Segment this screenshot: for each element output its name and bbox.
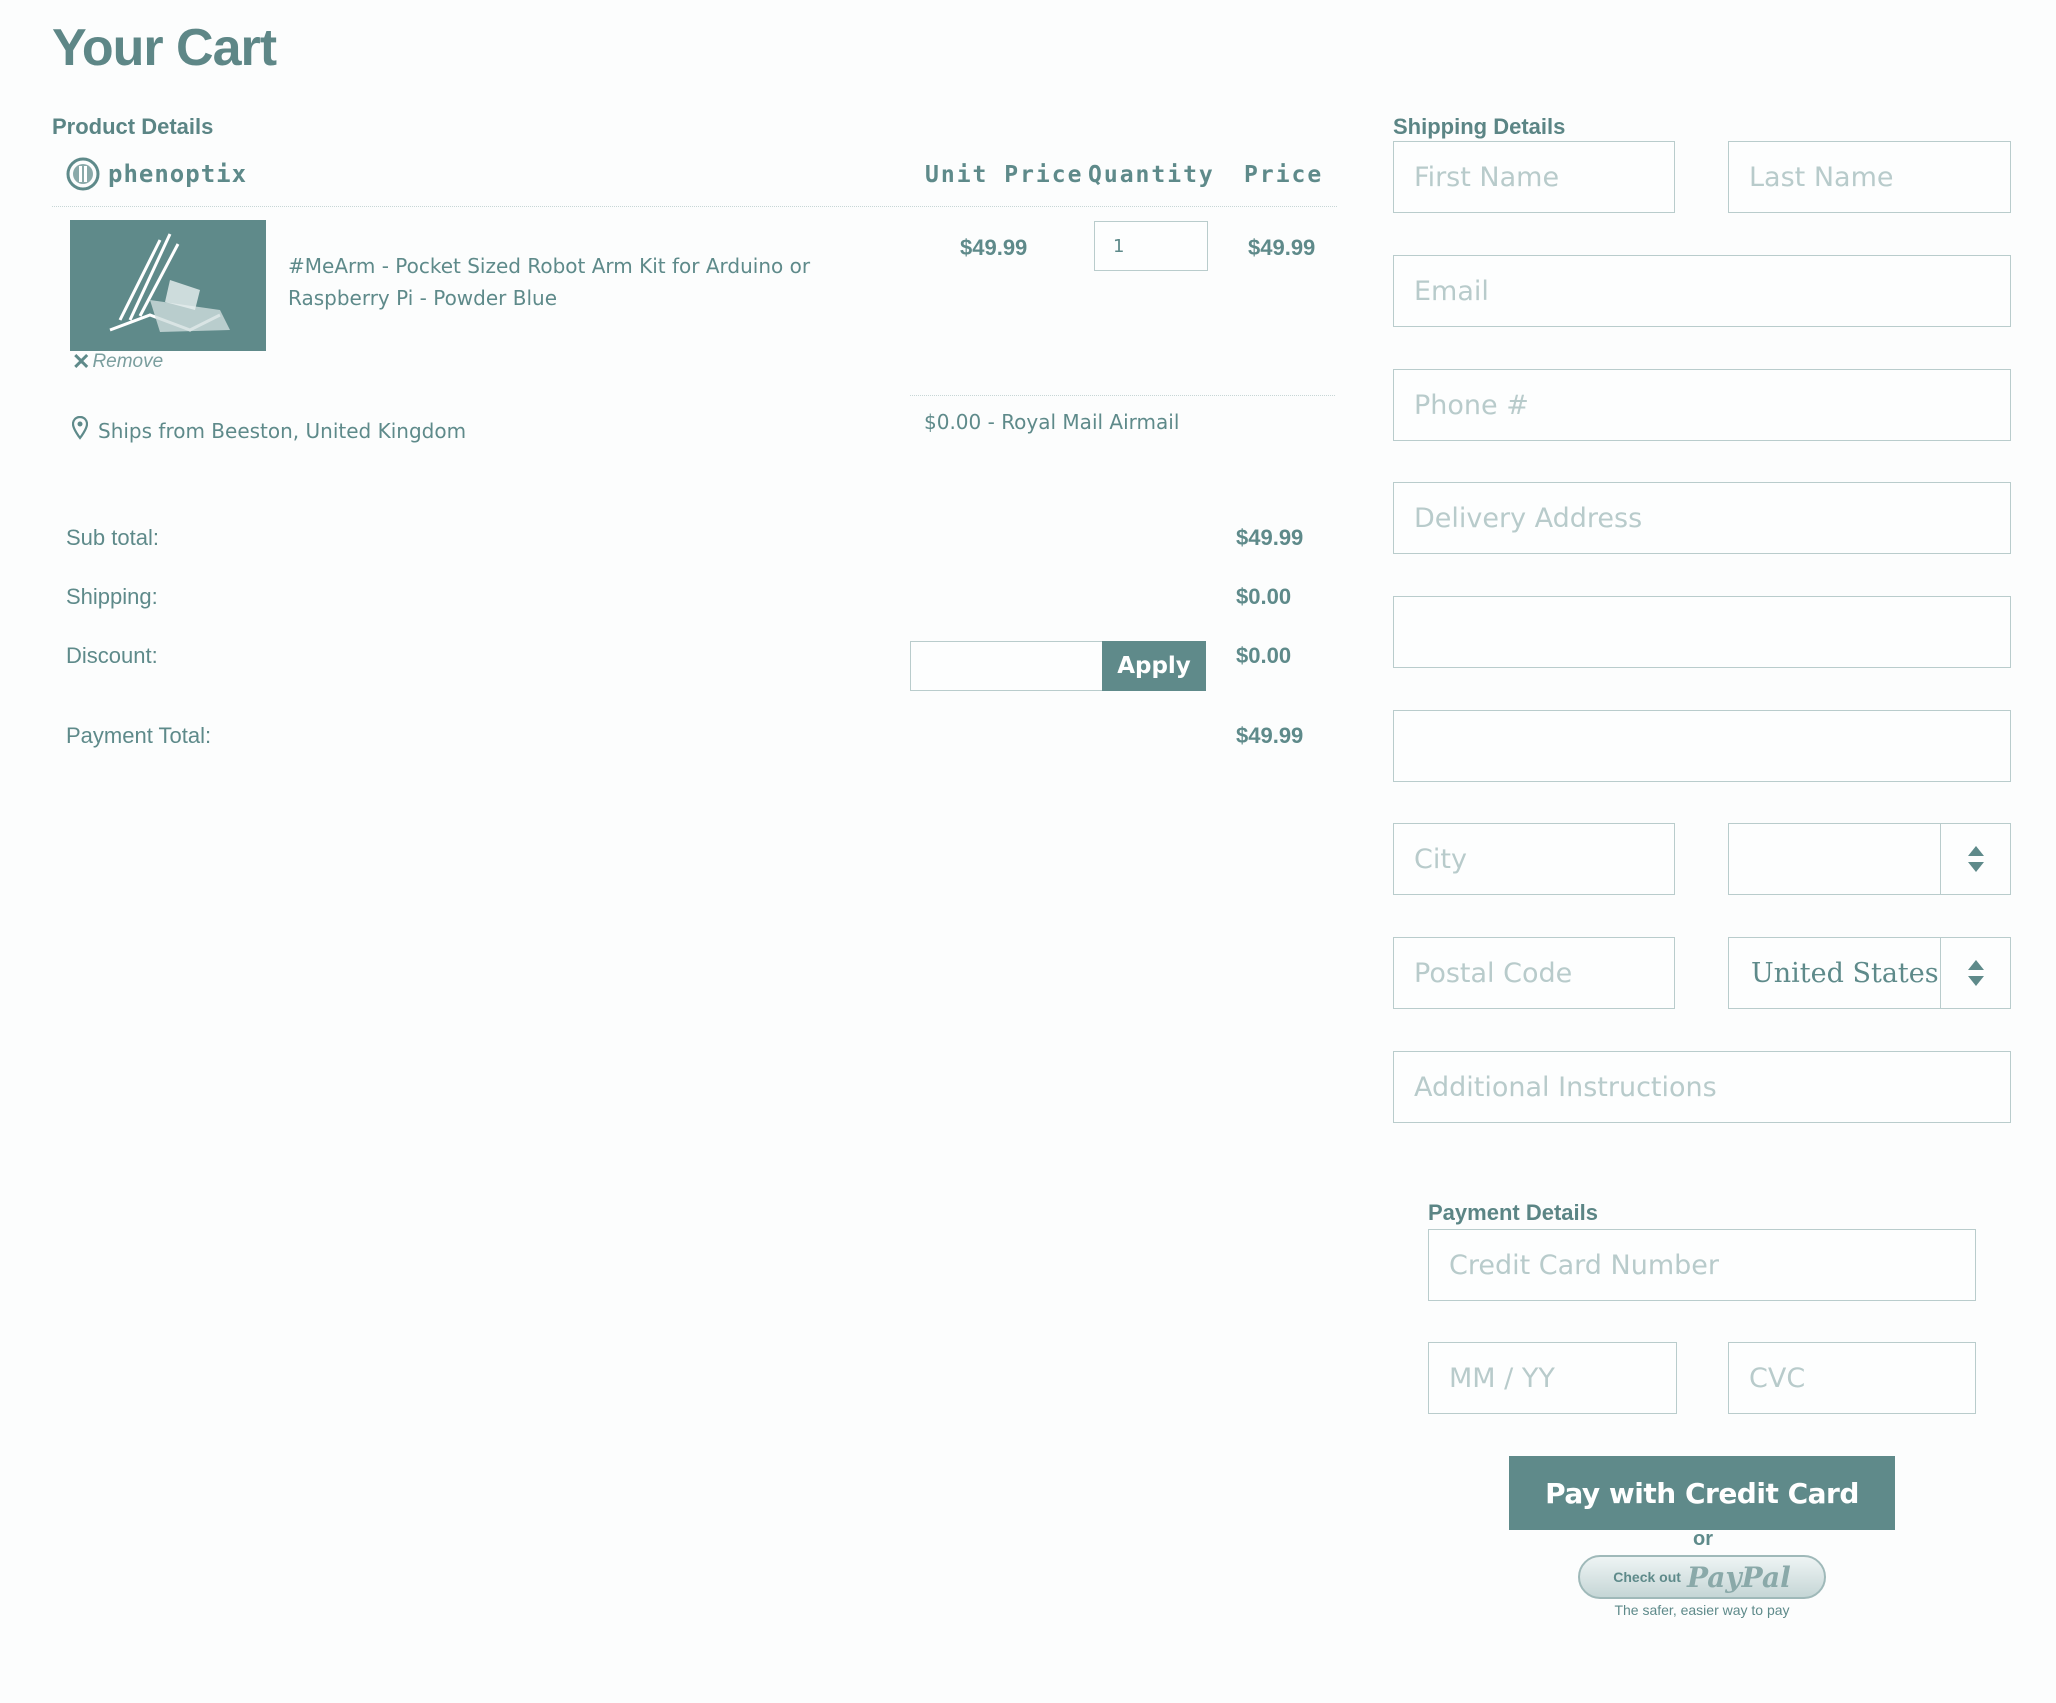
payment-total-label: Payment Total: [66,723,212,748]
price-value: $49.99 [1248,235,1316,260]
remove-x-icon: ✕ [72,349,91,374]
select-updown-icon [1940,938,2010,1008]
product-name[interactable]: #MeArm - Pocket Sized Robot Arm Kit for … [288,250,848,314]
expiry-input[interactable] [1429,1343,1676,1413]
ships-from-text: Ships from Beeston, United Kingdom [98,418,467,443]
unit-price-value: $49.99 [960,235,1028,260]
address-line-2-input[interactable] [1394,597,2010,667]
subtotal-value: $49.99 [1236,525,1304,550]
address-line-3-input[interactable] [1394,711,2010,781]
last-name-field[interactable] [1728,141,2011,213]
seller-header[interactable]: phenoptix [66,157,247,191]
remove-link[interactable]: ✕ Remove [72,349,163,375]
paypal-logo: PayPal [1686,1560,1791,1594]
discount-code-input[interactable] [910,641,1104,691]
seller-name: phenoptix [108,160,248,188]
cvc-input[interactable] [1729,1343,1975,1413]
discount-label: Discount: [66,643,158,668]
additional-instructions-field[interactable] [1393,1051,2011,1123]
country-select[interactable]: United States [1728,937,2011,1009]
cvc-field[interactable] [1728,1342,1976,1414]
state-select[interactable] [1728,823,2011,895]
apply-discount-button[interactable]: Apply [1102,641,1206,691]
remove-label: Remove [92,351,164,372]
price-header: Price [1244,162,1324,188]
delivery-address-field[interactable] [1393,482,2011,554]
paypal-checkout-button[interactable]: Check out PayPal [1578,1555,1826,1599]
ships-from: Ships from Beeston, United Kingdom [71,415,467,445]
discount-code-field[interactable] [911,642,1103,690]
shipping-value: $0.00 [1236,584,1292,609]
city-input[interactable] [1394,824,1674,894]
additional-instructions-input[interactable] [1394,1052,2010,1122]
email-input[interactable] [1394,256,2010,326]
country-select-value: United States [1751,957,1939,989]
phone-field[interactable] [1393,369,2011,441]
unit-price-header: Unit Price [925,162,1084,188]
select-updown-icon [1940,824,2010,894]
paypal-checkout-text: Check out [1613,1569,1681,1585]
location-pin-icon [71,415,89,445]
shipping-divider [910,395,1335,396]
email-field[interactable] [1393,255,2011,327]
subtotal-label: Sub total: [66,525,159,550]
quantity-input[interactable] [1094,221,1208,271]
credit-card-number-field[interactable] [1428,1229,1976,1301]
or-separator: or [1693,1528,1713,1550]
page-title: Your Cart [52,19,277,77]
payment-details-label: Payment Details [1428,1200,1598,1225]
phone-input[interactable] [1394,370,2010,440]
expiry-field[interactable] [1428,1342,1677,1414]
product-thumbnail[interactable] [70,220,266,351]
paypal-tagline: The safer, easier way to pay [1614,1602,1790,1618]
postal-code-field[interactable] [1393,937,1675,1009]
shipping-label: Shipping: [66,584,158,609]
header-divider [52,206,1337,207]
address-line-3-field[interactable] [1393,710,2011,782]
address-line-2-field[interactable] [1393,596,2011,668]
postal-code-input[interactable] [1394,938,1674,1008]
shipping-details-label: Shipping Details [1393,114,1566,139]
city-field[interactable] [1393,823,1675,895]
first-name-field[interactable] [1393,141,1675,213]
pay-with-credit-card-button[interactable]: Pay with Credit Card [1509,1456,1895,1530]
quantity-header: Quantity [1088,162,1215,188]
shipping-option[interactable]: $0.00 - Royal Mail Airmail [924,410,1179,434]
product-details-label: Product Details [52,114,214,139]
delivery-address-input[interactable] [1394,483,2010,553]
discount-value: $0.00 [1236,643,1292,668]
quantity-input-field[interactable] [1095,222,1207,270]
first-name-input[interactable] [1394,142,1674,212]
seller-logo-icon [66,157,100,191]
credit-card-number-input[interactable] [1429,1230,1975,1300]
last-name-input[interactable] [1729,142,2010,212]
payment-total-value: $49.99 [1236,723,1304,748]
